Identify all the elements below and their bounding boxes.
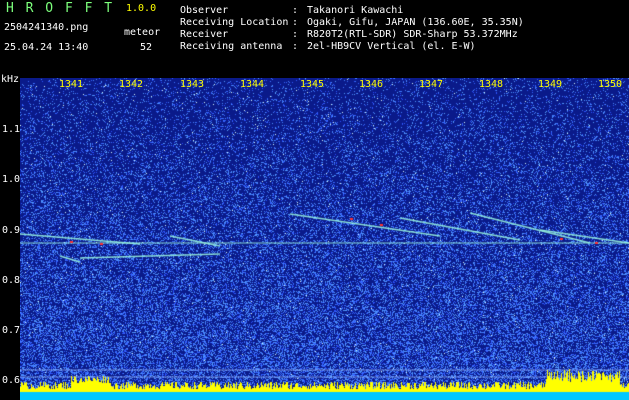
info-value-observer: Takanori Kawachi	[307, 5, 404, 16]
filename-label: 2504241340.png	[4, 22, 89, 33]
x-tick-1349: 1349	[538, 79, 563, 90]
y-tick-0-8: 0.8	[2, 275, 21, 286]
info-label-observer: Observer	[180, 5, 229, 16]
info-label-receiver: Receiver	[180, 29, 229, 40]
spectrogram-area	[20, 78, 629, 400]
y-tick-0-9: 0.9	[2, 225, 21, 236]
info-value-location: Ogaki, Gifu, JAPAN (136.60E, 35.35N)	[307, 17, 524, 28]
x-tick-1345: 1345	[300, 79, 325, 90]
info-value-receiver: R820T2(RTL-SDR) SDR-Sharp 53.372MHz	[307, 29, 518, 40]
header-panel: H R O F F T 1.0.0 2504241340.png meteor …	[0, 0, 629, 72]
x-tick-1350: 1350	[598, 79, 623, 90]
info-sep-antenna: :	[292, 41, 299, 52]
datetime-label: 25.04.24 13:40	[4, 42, 89, 53]
x-tick-1348: 1348	[479, 79, 504, 90]
info-label-antenna: Receiving antenna	[180, 41, 283, 52]
hrofft-window: H R O F F T 1.0.0 2504241340.png meteor …	[0, 0, 629, 400]
y-tick-0-7: 0.7	[2, 325, 21, 336]
x-tick-1343: 1343	[180, 79, 205, 90]
info-sep-observer: :	[292, 5, 299, 16]
app-title: H R O F F T	[6, 1, 115, 16]
info-value-antenna: 2el-HB9CV Vertical (el. E-W)	[307, 41, 476, 52]
info-sep-location: :	[292, 17, 299, 28]
x-tick-1346: 1346	[359, 79, 384, 90]
y-tick-1-1: 1.1	[2, 124, 21, 135]
x-tick-1344: 1344	[240, 79, 265, 90]
meteor-count: 52	[140, 42, 153, 53]
app-version: 1.0.0	[126, 3, 157, 14]
x-tick-1341: 1341	[59, 79, 84, 90]
info-label-location: Receiving Location	[180, 17, 289, 28]
y-tick-1-0: 1.0	[2, 174, 21, 185]
info-sep-receiver: :	[292, 29, 299, 40]
spectrogram-canvas	[20, 78, 629, 400]
x-tick-1347: 1347	[419, 79, 444, 90]
y-tick-0-6: 0.6	[2, 375, 21, 386]
x-tick-1342: 1342	[119, 79, 144, 90]
meteor-label: meteor	[124, 27, 161, 38]
y-axis-unit: kHz	[1, 74, 20, 85]
